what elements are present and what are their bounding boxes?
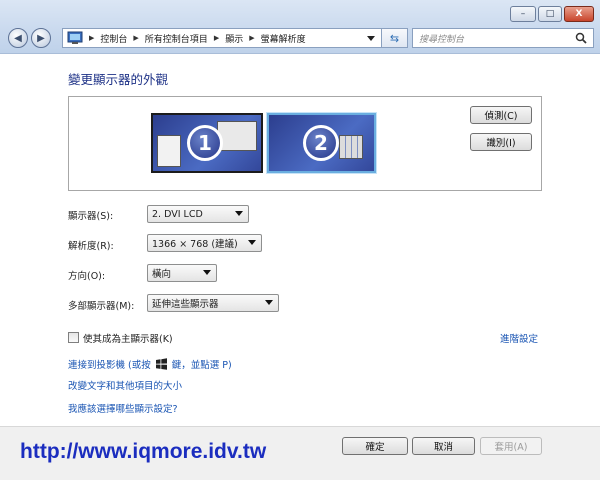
multiple-displays-select-value: 延伸這些顯示器 [152, 299, 219, 310]
display-select-value: 2. DVI LCD [152, 208, 203, 220]
chevron-down-icon[interactable] [367, 36, 375, 41]
display-select[interactable]: 2. DVI LCD [147, 205, 249, 223]
chevron-down-icon [265, 300, 273, 305]
cancel-button[interactable]: 取消 [412, 437, 475, 455]
chevron-down-icon [203, 270, 211, 275]
forward-button[interactable]: ▶ [31, 28, 51, 48]
arrow-left-icon: ◀ [14, 32, 22, 44]
monitor-number-badge: 1 [187, 125, 223, 161]
search-input[interactable]: 搜尋控制台 [412, 28, 594, 48]
breadcrumb-item[interactable]: 所有控制台項目 [145, 32, 208, 45]
apply-button[interactable]: 套用(A) [480, 437, 542, 455]
text-size-link[interactable]: 改變文字和其他項目的大小 [68, 378, 182, 392]
which-settings-link[interactable]: 我應該選擇哪些顯示設定? [68, 401, 178, 415]
breadcrumb-separator: ▶ [89, 34, 95, 42]
monitor-1[interactable]: 1 [151, 113, 263, 173]
windows-logo-icon [155, 358, 167, 370]
orientation-select[interactable]: 橫向 [147, 264, 217, 282]
multiple-displays-label: 多部顯示器(M): [68, 301, 135, 312]
identify-button[interactable]: 識別(I) [470, 133, 532, 151]
minimize-button[interactable]: – [510, 6, 536, 22]
main-display-checkbox[interactable] [68, 332, 79, 343]
refresh-icon: ⇆ [389, 31, 400, 45]
breadcrumb-item[interactable]: 控制台 [100, 32, 127, 45]
search-placeholder: 搜尋控制台 [419, 34, 465, 45]
breadcrumb-separator: ▶ [133, 34, 139, 42]
breadcrumb-item[interactable]: 螢幕解析度 [261, 32, 306, 45]
resolution-select-value: 1366 × 768 (建議) [152, 239, 238, 250]
window-thumbnail-icon [339, 135, 363, 159]
breadcrumb-separator: ▶ [249, 34, 255, 42]
orientation-label: 方向(O): [68, 271, 106, 282]
main-display-checkbox-label[interactable]: 使其成為主顯示器(K) [83, 331, 173, 345]
orientation-select-value: 橫向 [152, 269, 172, 280]
search-icon[interactable] [575, 32, 587, 44]
page-title: 變更顯示器的外觀 [68, 72, 169, 87]
chevron-down-icon [248, 240, 256, 245]
resolution-label: 解析度(R): [68, 241, 114, 252]
close-button[interactable]: X [564, 6, 594, 22]
arrow-right-icon: ▶ [37, 32, 45, 44]
breadcrumb-item[interactable]: 顯示 [225, 32, 243, 45]
address-bar[interactable]: ▶ 控制台 ▶ 所有控制台項目 ▶ 顯示 ▶ 螢幕解析度 [62, 28, 382, 48]
window-thumbnail-icon [157, 135, 181, 167]
ok-button[interactable]: 確定 [342, 437, 408, 455]
detect-button[interactable]: 偵測(C) [470, 106, 532, 124]
maximize-button[interactable]: □ [538, 6, 562, 22]
chevron-down-icon [235, 211, 243, 216]
refresh-button[interactable]: ⇆ [382, 28, 408, 48]
breadcrumb-separator: ▶ [213, 34, 220, 42]
back-button[interactable]: ◀ [8, 28, 28, 48]
control-panel-icon [67, 31, 83, 44]
monitor-number-badge: 2 [303, 125, 339, 161]
multiple-displays-select[interactable]: 延伸這些顯示器 [147, 294, 279, 312]
watermark-url: http://www.iqmore.idv.tw [20, 440, 267, 463]
projector-link-suffix[interactable]: 鍵，並點選 P) [172, 357, 232, 371]
projector-link[interactable]: 連接到投影機 (或按 [68, 357, 151, 371]
display-label: 顯示器(S): [68, 211, 114, 222]
resolution-select[interactable]: 1366 × 768 (建議) [147, 234, 262, 252]
advanced-settings-link[interactable]: 進階設定 [500, 331, 538, 345]
window-thumbnail-icon [217, 121, 257, 151]
projector-link-row: 連接到投影機 (或按 鍵，並點選 P) [68, 357, 232, 371]
monitor-2[interactable]: 2 [266, 112, 377, 174]
